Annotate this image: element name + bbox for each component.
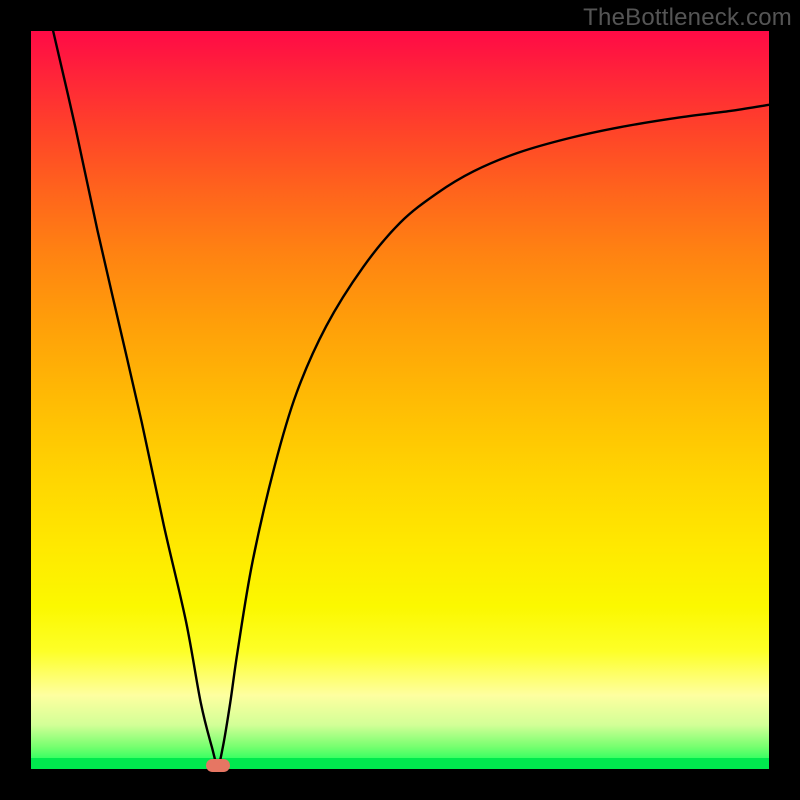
bottleneck-curve-path [53,31,769,765]
plot-area [31,31,769,769]
bottleneck-chart: TheBottleneck.com [0,0,800,800]
watermark-text: TheBottleneck.com [583,4,792,32]
optimal-point-marker [206,759,230,772]
curve-svg [31,31,769,769]
